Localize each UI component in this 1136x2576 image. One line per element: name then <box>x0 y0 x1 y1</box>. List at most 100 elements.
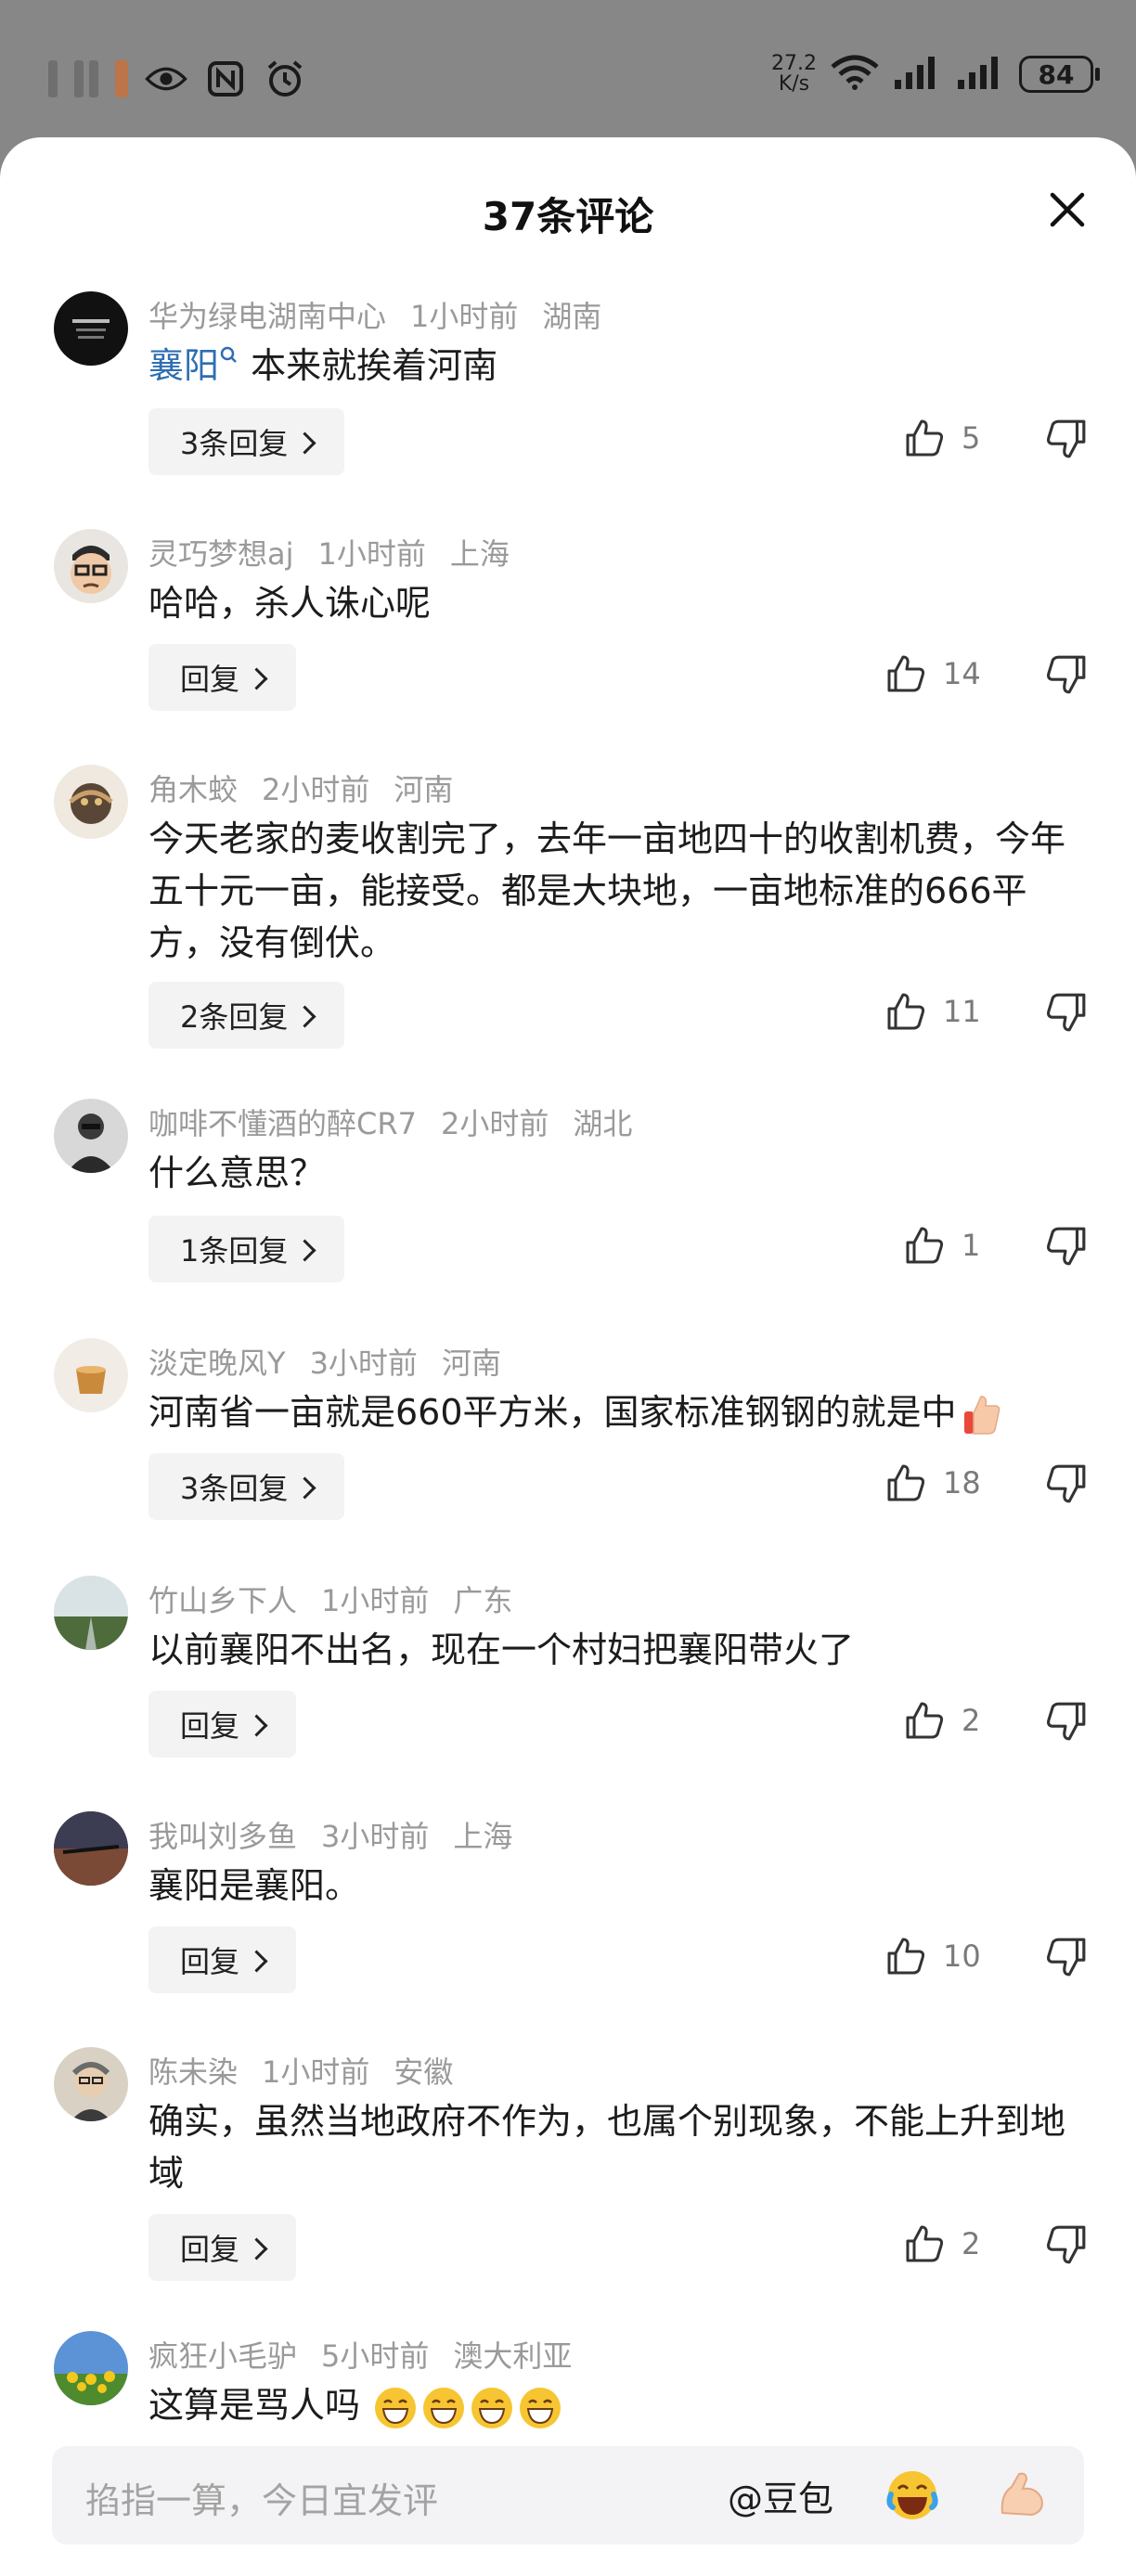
comment-time: 1小时前 <box>321 1583 430 1618</box>
sticker-button[interactable] <box>993 2467 1051 2524</box>
reply-label: 1条回复 <box>180 1233 289 1269</box>
avatar[interactable] <box>54 1576 128 1650</box>
thumbs-down-icon <box>1047 1938 1086 1977</box>
chevron-right-icon <box>293 1475 316 1500</box>
dislike-button[interactable] <box>1045 1700 1088 1743</box>
thumbs-down-icon <box>1047 1464 1086 1503</box>
reply-button[interactable]: 回复 <box>148 2214 297 2281</box>
search-link[interactable]: 襄阳 <box>148 345 239 386</box>
like-count: 18 <box>943 1465 981 1501</box>
comment-text: 以前襄阳不出名，现在一个村妇把襄阳带火了 <box>148 1629 855 1670</box>
status-left-icons <box>48 58 306 100</box>
app-notification-icon <box>115 60 128 97</box>
avatar[interactable] <box>54 2331 128 2405</box>
username[interactable]: 灵巧梦想aj <box>148 536 294 572</box>
alarm-icon <box>264 58 306 100</box>
like-button[interactable]: 10 <box>885 1936 981 1977</box>
like-button[interactable]: 2 <box>904 1700 980 1741</box>
view-replies-button[interactable]: 3条回复 <box>148 408 345 475</box>
thumbs-down-icon <box>1047 2225 1086 2264</box>
like-button[interactable]: 2 <box>904 2223 980 2264</box>
reply-button[interactable]: 回复 <box>148 1926 297 1993</box>
dislike-button[interactable] <box>1045 653 1088 696</box>
reply-label: 2条回复 <box>180 999 289 1035</box>
comment-time: 1小时前 <box>317 536 426 572</box>
dislike-button[interactable] <box>1045 1225 1088 1268</box>
eye-icon <box>145 58 187 100</box>
comment-text: 哈哈，杀人诛心呢 <box>148 583 432 624</box>
wifi-icon <box>830 54 880 95</box>
like-count: 11 <box>943 994 981 1029</box>
comment-meta: 疯狂小毛驴 5小时前 澳大利亚 <box>148 2333 596 2376</box>
like-button[interactable]: 5 <box>904 418 980 458</box>
username[interactable]: 陈未染 <box>148 2054 238 2090</box>
reply-label: 3条回复 <box>180 426 289 461</box>
comment-body: 本来就挨着河南 <box>251 345 498 386</box>
network-speed-unit: K/s <box>778 72 810 96</box>
like-button[interactable]: 11 <box>885 991 981 1032</box>
thumbs-up-icon <box>906 419 944 457</box>
chevron-right-icon <box>245 1713 268 1737</box>
thumbs-up-icon <box>906 2225 944 2262</box>
comment-input-placeholder[interactable]: 掐指一算，今日宜发评 <box>85 2472 438 2523</box>
comment-body: 这算是骂人吗 <box>148 2385 361 2426</box>
username[interactable]: 竹山乡下人 <box>148 1583 297 1618</box>
reply-label: 回复 <box>180 1708 240 1744</box>
username[interactable]: 华为绿电湖南中心 <box>148 299 386 334</box>
avatar[interactable] <box>54 529 128 603</box>
close-button[interactable] <box>1047 189 1088 230</box>
view-replies-button[interactable]: 3条回复 <box>148 1453 345 1520</box>
search-link-text: 襄阳 <box>148 345 220 386</box>
avatar[interactable] <box>54 2047 128 2121</box>
username[interactable]: 咖啡不懂酒的醉CR7 <box>148 1106 417 1141</box>
battery-level: 84 <box>1038 58 1075 90</box>
avatar[interactable] <box>54 1099 128 1173</box>
dislike-button[interactable] <box>1045 2223 1088 2266</box>
chevron-right-icon <box>293 1004 316 1028</box>
status-right-icons: 27.2 K/s 84 <box>771 54 1100 96</box>
avatar[interactable] <box>54 1338 128 1412</box>
avatar[interactable] <box>54 291 128 366</box>
search-icon <box>220 346 237 363</box>
username[interactable]: 疯狂小毛驴 <box>148 2338 297 2374</box>
username[interactable]: 我叫刘多鱼 <box>148 1819 297 1854</box>
dislike-button[interactable] <box>1045 418 1088 460</box>
comment-location: 上海 <box>453 1819 513 1854</box>
username[interactable]: 淡定晚风Y <box>148 1346 286 1381</box>
chevron-right-icon <box>245 2236 268 2260</box>
mention-doubao-button[interactable]: @豆包 <box>728 2470 833 2521</box>
laughing-emoji-icon <box>375 2387 417 2428</box>
like-button[interactable]: 14 <box>885 653 981 694</box>
thumbs-up-icon <box>906 1702 944 1739</box>
view-replies-button[interactable]: 2条回复 <box>148 982 345 1049</box>
like-button[interactable]: 1 <box>904 1225 980 1266</box>
signal-strength-icon <box>893 54 943 95</box>
thumbs-up-icon <box>887 1464 925 1501</box>
view-replies-button[interactable]: 1条回复 <box>148 1216 345 1282</box>
thumbs-up-icon <box>887 1938 925 1975</box>
avatar[interactable] <box>54 765 128 839</box>
comment-input-bar[interactable]: 掐指一算，今日宜发评 @豆包 <box>52 2446 1084 2544</box>
emoji-picker-button[interactable] <box>884 2467 941 2524</box>
comment-text: 襄阳是襄阳。 <box>148 1865 361 1906</box>
crying-laughing-emoji-icon <box>886 2471 938 2519</box>
dislike-button[interactable] <box>1045 991 1088 1034</box>
like-button[interactable]: 18 <box>885 1462 981 1503</box>
avatar[interactable] <box>54 1811 128 1886</box>
comment-text: 确实，虽然当地政府不作为，也属个别现象，不能上升到地域 <box>148 2101 1066 2194</box>
comment-location: 河南 <box>441 1346 501 1381</box>
comment-meta: 灵巧梦想aj 1小时前 上海 <box>148 531 534 573</box>
dislike-button[interactable] <box>1045 1462 1088 1505</box>
comment-text: 河南省一亩就是660平方米，国家标准钢钢的就是中 <box>148 1386 1086 1439</box>
reply-button[interactable]: 回复 <box>148 644 297 711</box>
thumbs-up-emoji-icon <box>963 1395 1000 1435</box>
comment-meta: 咖啡不懂酒的醉CR7 2小时前 湖北 <box>148 1101 656 1143</box>
like-count: 2 <box>962 1703 981 1738</box>
username[interactable]: 角木蛟 <box>148 772 238 807</box>
thumbs-down-icon <box>1047 1702 1086 1741</box>
nfc-icon <box>204 58 247 100</box>
status-bar: 27.2 K/s 84 <box>0 0 1136 139</box>
reply-button[interactable]: 回复 <box>148 1691 297 1758</box>
like-count: 2 <box>962 2226 981 2261</box>
dislike-button[interactable] <box>1045 1936 1088 1978</box>
